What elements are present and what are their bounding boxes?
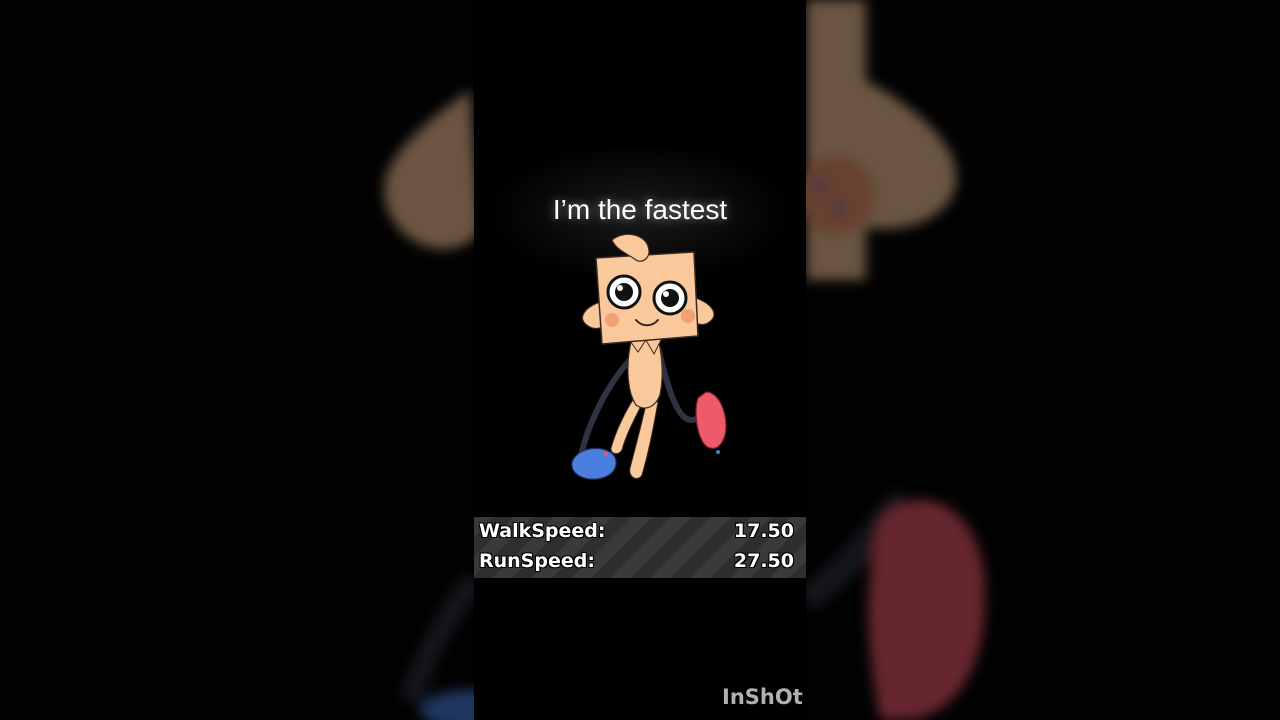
walkspeed-row: WalkSpeed: 17.50 — [474, 517, 806, 547]
video-panel: I’m the fastest WalkSpeed: 17.50 RunSpee… — [474, 0, 806, 720]
runspeed-value: 27.50 — [733, 550, 794, 572]
character-illustration — [571, 233, 727, 480]
speed-stats-panel: WalkSpeed: 17.50 RunSpeed: 27.50 — [474, 517, 806, 578]
runspeed-row: RunSpeed: 27.50 — [474, 547, 806, 577]
caption-text: I’m the fastest — [552, 194, 728, 225]
walkspeed-label: WalkSpeed: — [479, 520, 606, 542]
runspeed-label: RunSpeed: — [479, 550, 595, 572]
walkspeed-value: 17.50 — [733, 520, 794, 542]
inshot-watermark: InShOt — [722, 685, 803, 709]
